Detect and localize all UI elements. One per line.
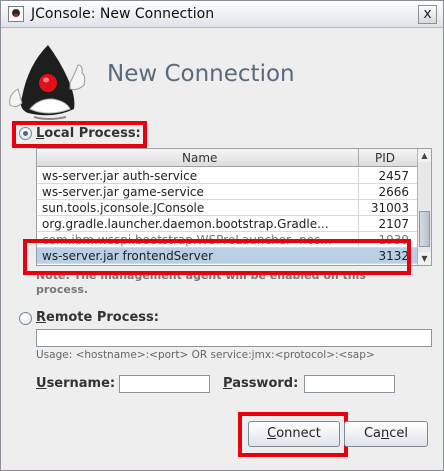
- table-row[interactable]: ws-server.jar auth-service 2457: [37, 168, 417, 184]
- name-column-header[interactable]: Name: [182, 151, 217, 165]
- scrollbar-thumb[interactable]: [419, 211, 430, 247]
- process-pid: 2107: [378, 217, 409, 231]
- password-label: Password:: [223, 376, 299, 391]
- process-table-header: Name PID: [37, 149, 417, 167]
- local-process-highlight: [12, 121, 147, 148]
- username-label: Username:: [36, 376, 116, 391]
- java-duke-logo: [9, 45, 86, 120]
- process-pid: 2457: [378, 169, 409, 183]
- password-field[interactable]: [304, 375, 395, 393]
- title-bar: JConsole: New Connection x: [1, 1, 443, 28]
- window-title: JConsole: New Connection: [31, 6, 215, 22]
- close-icon[interactable]: x: [418, 5, 437, 24]
- pid-column-header[interactable]: PID: [375, 151, 395, 165]
- process-pid: 2666: [378, 185, 409, 199]
- table-row[interactable]: sun.tools.jconsole.JConsole 31003: [37, 200, 417, 216]
- scroll-up-icon[interactable]: ▲: [418, 149, 431, 162]
- process-name: ws-server.jar auth-service: [42, 169, 198, 183]
- remote-usage-hint: Usage: <hostname>:<port> OR service:jmx:…: [36, 349, 375, 361]
- cancel-button[interactable]: Cancel: [344, 421, 428, 447]
- remote-process-label[interactable]: Remote Process:: [36, 310, 159, 325]
- remote-process-input[interactable]: [36, 329, 432, 347]
- connect-button-highlight: [238, 412, 348, 457]
- remote-process-radio[interactable]: [19, 312, 32, 325]
- process-pid: 31003: [370, 201, 409, 215]
- process-name: ws-server.jar game-service: [42, 185, 204, 199]
- process-name: sun.tools.jconsole.JConsole: [42, 201, 205, 215]
- scroll-down-icon[interactable]: ▼: [418, 252, 431, 265]
- selected-row-highlight: [23, 239, 411, 275]
- table-row[interactable]: org.gradle.launcher.daemon.bootstrap.Gra…: [37, 216, 417, 232]
- process-name: org.gradle.launcher.daemon.bootstrap.Gra…: [42, 217, 329, 231]
- header-title: New Connection: [107, 61, 295, 87]
- username-field[interactable]: [119, 375, 210, 393]
- java-app-icon: [8, 6, 24, 22]
- table-row[interactable]: ws-server.jar game-service 2666: [37, 184, 417, 200]
- vertical-scrollbar[interactable]: ▲ ▼: [417, 149, 431, 265]
- new-connection-dialog: JConsole: New Connection x New Connectio…: [0, 0, 444, 471]
- column-separator: [358, 149, 359, 167]
